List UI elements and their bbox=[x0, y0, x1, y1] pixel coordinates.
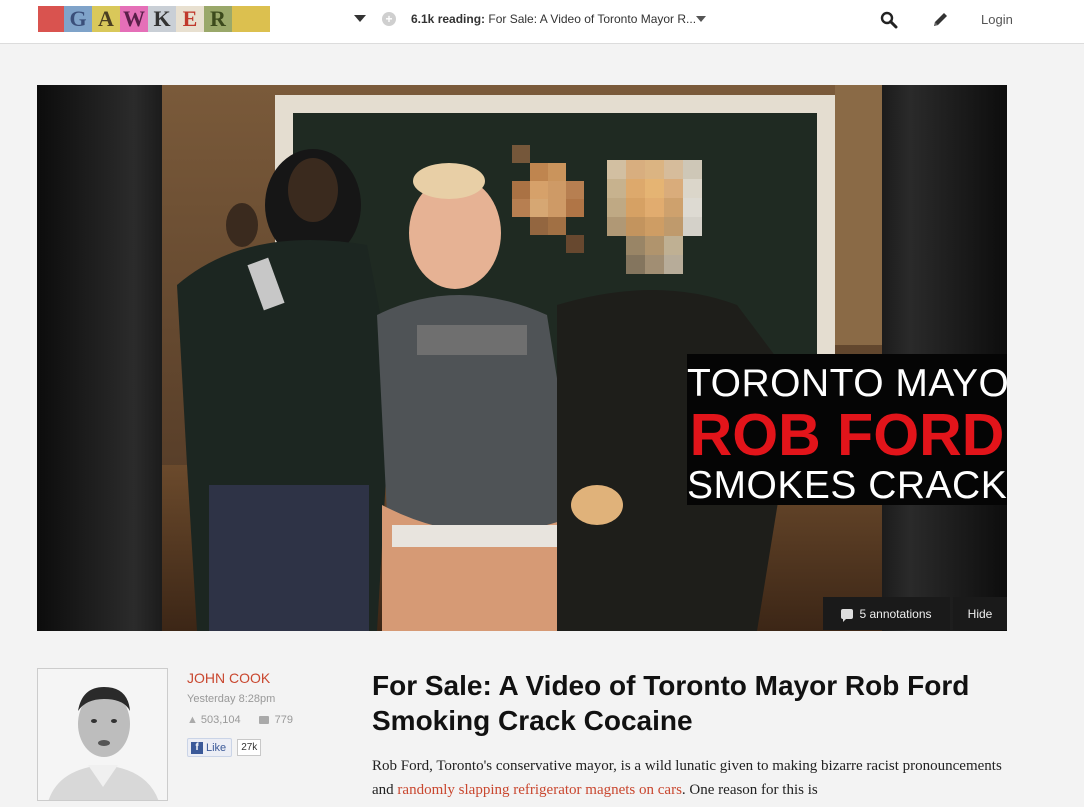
search-icon[interactable] bbox=[880, 11, 898, 29]
article-headline[interactable]: For Sale: A Video of Toronto Mayor Rob F… bbox=[372, 668, 992, 738]
overlay-line-1: TORONTO MAYOR bbox=[687, 362, 1007, 405]
facebook-like-button[interactable]: f Like bbox=[187, 738, 233, 757]
logo-tile bbox=[232, 6, 270, 32]
author-name[interactable]: JOHN COOK bbox=[187, 670, 270, 686]
annotations-label: 5 annotations bbox=[859, 606, 932, 621]
author-photo bbox=[38, 669, 167, 800]
like-count: 27k bbox=[237, 739, 262, 756]
reading-title: For Sale: A Video of Toronto Mayor R... bbox=[488, 12, 697, 26]
post-timestamp[interactable]: Yesterday 8:28pm bbox=[187, 693, 275, 705]
annotations-button[interactable]: 5 annotations bbox=[823, 597, 950, 630]
logo-letter: K bbox=[148, 6, 176, 32]
article-body: Rob Ford, Toronto's conservative mayor, … bbox=[372, 754, 1012, 802]
logo-letter: E bbox=[176, 6, 204, 32]
logo-letter: R bbox=[204, 6, 232, 32]
chevron-down-icon[interactable] bbox=[696, 16, 706, 22]
reading-indicator[interactable]: 6.1k reading: For Sale: A Video of Toron… bbox=[411, 12, 696, 26]
overlay-line-2: ROB FORD bbox=[689, 402, 1005, 468]
comment-icon bbox=[258, 716, 269, 724]
logo-letter: A bbox=[92, 6, 120, 32]
facebook-icon: f bbox=[191, 741, 203, 754]
hide-button[interactable]: Hide bbox=[953, 597, 1007, 630]
reading-count: 6.1k reading: bbox=[411, 12, 486, 26]
logo-letter: W bbox=[120, 6, 148, 32]
comment-count[interactable]: 779 bbox=[275, 714, 293, 726]
pencil-icon[interactable] bbox=[931, 10, 950, 29]
hero-image[interactable]: TORONTO MAYOR ROB FORD SMOKES CRACK 5 an… bbox=[37, 85, 1007, 631]
body-text-part-2: . One reason for this is bbox=[681, 782, 818, 798]
overlay-line-3: SMOKES CRACK bbox=[687, 464, 1007, 507]
chevron-down-icon[interactable] bbox=[354, 15, 366, 22]
login-link[interactable]: Login bbox=[981, 12, 1013, 27]
gawker-logo[interactable]: G A W K E R bbox=[38, 6, 270, 32]
headline-overlay: TORONTO MAYOR ROB FORD SMOKES CRACK bbox=[687, 354, 1007, 507]
comment-bubble-icon bbox=[841, 608, 854, 622]
plus-icon[interactable]: + bbox=[382, 12, 396, 26]
top-bar: G A W K E R + 6.1k reading: For Sale: A … bbox=[0, 0, 1084, 44]
facebook-like: f Like 27k bbox=[187, 738, 262, 757]
logo-letter: G bbox=[64, 6, 92, 32]
post-stats: ▲ 503,104 779 bbox=[187, 714, 293, 726]
like-label: Like bbox=[206, 741, 227, 754]
view-count: 503,104 bbox=[200, 714, 241, 726]
body-link[interactable]: randomly slapping refrigerator magnets o… bbox=[397, 782, 682, 798]
author-avatar[interactable] bbox=[37, 668, 168, 801]
flame-icon: ▲ bbox=[187, 714, 198, 726]
logo-tile bbox=[38, 6, 64, 32]
